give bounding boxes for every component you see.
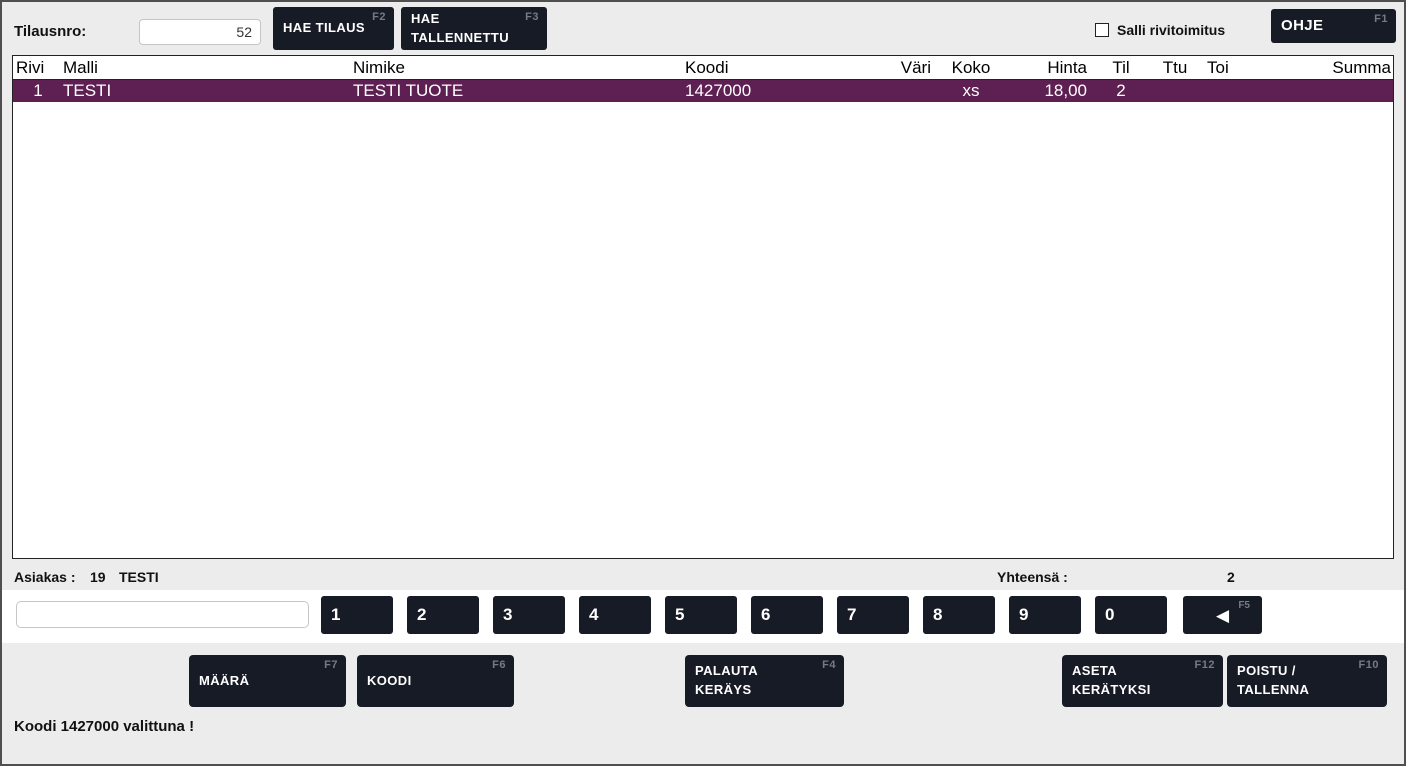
total-label: Yhteensä : (997, 569, 1068, 585)
total-value: 2 (1227, 569, 1235, 585)
exit-save-button[interactable]: POISTU / TALLENNA F10 (1227, 655, 1387, 707)
col-header-koodi: Koodi (683, 58, 863, 78)
code-label: KOODI (367, 672, 412, 691)
exit-save-label: POISTU / TALLENNA (1237, 662, 1337, 700)
order-number-input[interactable] (139, 19, 261, 45)
cell-koko: xs (931, 81, 1011, 101)
col-header-hinta: Hinta (1011, 58, 1091, 78)
customer-label: Asiakas : (14, 569, 75, 585)
code-button[interactable]: KOODI F6 (357, 655, 514, 707)
col-header-til: Til (1091, 58, 1151, 78)
set-picked-label: ASETA KERÄTYKSI (1072, 662, 1167, 700)
numpad-key-9[interactable]: 9 (1009, 596, 1081, 634)
backspace-fkey: F5 (1238, 600, 1250, 611)
cell-til: 2 (1091, 81, 1151, 101)
help-button[interactable]: OHJE F1 (1271, 9, 1396, 43)
fetch-saved-fkey: F3 (525, 11, 539, 23)
backspace-icon: ◀ (1216, 606, 1229, 626)
top-bar: Tilausnro: HAE TILAUS F2 HAE TALLENNETTU… (2, 2, 1404, 55)
numpad-key-8[interactable]: 8 (923, 596, 995, 634)
exit-save-fkey: F10 (1359, 659, 1379, 671)
summary-row: Asiakas : 19 TESTI Yhteensä : 2 (2, 559, 1404, 590)
numpad-key-6[interactable]: 6 (751, 596, 823, 634)
col-header-toi: Toi (1199, 58, 1259, 78)
fetch-order-button[interactable]: HAE TILAUS F2 (273, 7, 394, 50)
numpad-key-4[interactable]: 4 (579, 596, 651, 634)
allow-row-delivery-checkbox[interactable]: Salli rivitoimitus (1095, 22, 1225, 38)
restore-picking-label: PALAUTA KERÄYS (695, 662, 780, 700)
cell-malli: TESTI (63, 81, 353, 101)
col-header-vari: Väri (863, 58, 931, 78)
cell-hinta: 18,00 (1011, 81, 1091, 101)
restore-picking-fkey: F4 (822, 659, 836, 671)
restore-picking-button[interactable]: PALAUTA KERÄYS F4 (685, 655, 844, 707)
fetch-saved-label: HAE TALLENNETTU (411, 10, 507, 48)
status-bar: Koodi 1427000 valittuna ! (14, 718, 194, 736)
cell-nimike: TESTI TUOTE (353, 81, 683, 101)
backspace-button[interactable]: ◀ F5 (1183, 596, 1262, 634)
allow-row-delivery-label: Salli rivitoimitus (1117, 22, 1225, 38)
function-button-row: MÄÄRÄ F7 KOODI F6 PALAUTA KERÄYS F4 ASET… (2, 643, 1404, 713)
table-row[interactable]: 1 TESTI TESTI TUOTE 1427000 xs 18,00 2 (13, 80, 1393, 102)
customer-name: TESTI (119, 569, 159, 585)
col-header-malli: Malli (63, 58, 353, 78)
help-label: OHJE (1281, 15, 1323, 37)
numpad-key-5[interactable]: 5 (665, 596, 737, 634)
col-header-ttu: Ttu (1151, 58, 1199, 78)
numpad-key-3[interactable]: 3 (493, 596, 565, 634)
code-fkey: F6 (492, 659, 506, 671)
set-picked-fkey: F12 (1195, 659, 1215, 671)
cell-rivi: 1 (13, 81, 63, 101)
numpad-key-2[interactable]: 2 (407, 596, 479, 634)
col-header-koko: Koko (931, 58, 1011, 78)
quantity-button[interactable]: MÄÄRÄ F7 (189, 655, 346, 707)
help-fkey: F1 (1374, 13, 1388, 25)
quantity-fkey: F7 (324, 659, 338, 671)
app-window: Tilausnro: HAE TILAUS F2 HAE TALLENNETTU… (0, 0, 1406, 766)
status-message: Koodi 1427000 valittuna ! (14, 718, 194, 735)
table-header-row: Rivi Malli Nimike Koodi Väri Koko Hinta … (13, 56, 1393, 80)
col-header-rivi: Rivi (13, 58, 63, 78)
col-header-nimike: Nimike (353, 58, 683, 78)
col-header-summa: Summa (1259, 58, 1393, 78)
entry-input[interactable] (16, 601, 309, 628)
fetch-saved-button[interactable]: HAE TALLENNETTU F3 (401, 7, 547, 50)
order-number-label: Tilausnro: (14, 23, 86, 40)
customer-id: 19 (90, 569, 106, 585)
order-lines-table: Rivi Malli Nimike Koodi Väri Koko Hinta … (12, 55, 1394, 559)
fetch-order-fkey: F2 (372, 11, 386, 23)
numpad-key-7[interactable]: 7 (837, 596, 909, 634)
set-picked-button[interactable]: ASETA KERÄTYKSI F12 (1062, 655, 1223, 707)
fetch-order-label: HAE TILAUS (283, 19, 365, 38)
numpad-key-0[interactable]: 0 (1095, 596, 1167, 634)
checkbox-icon[interactable] (1095, 23, 1109, 37)
numpad-key-1[interactable]: 1 (321, 596, 393, 634)
quantity-label: MÄÄRÄ (199, 672, 249, 691)
numpad-strip: 1 2 3 4 5 6 7 8 9 0 ◀ F5 (2, 590, 1404, 643)
cell-koodi: 1427000 (683, 81, 863, 101)
